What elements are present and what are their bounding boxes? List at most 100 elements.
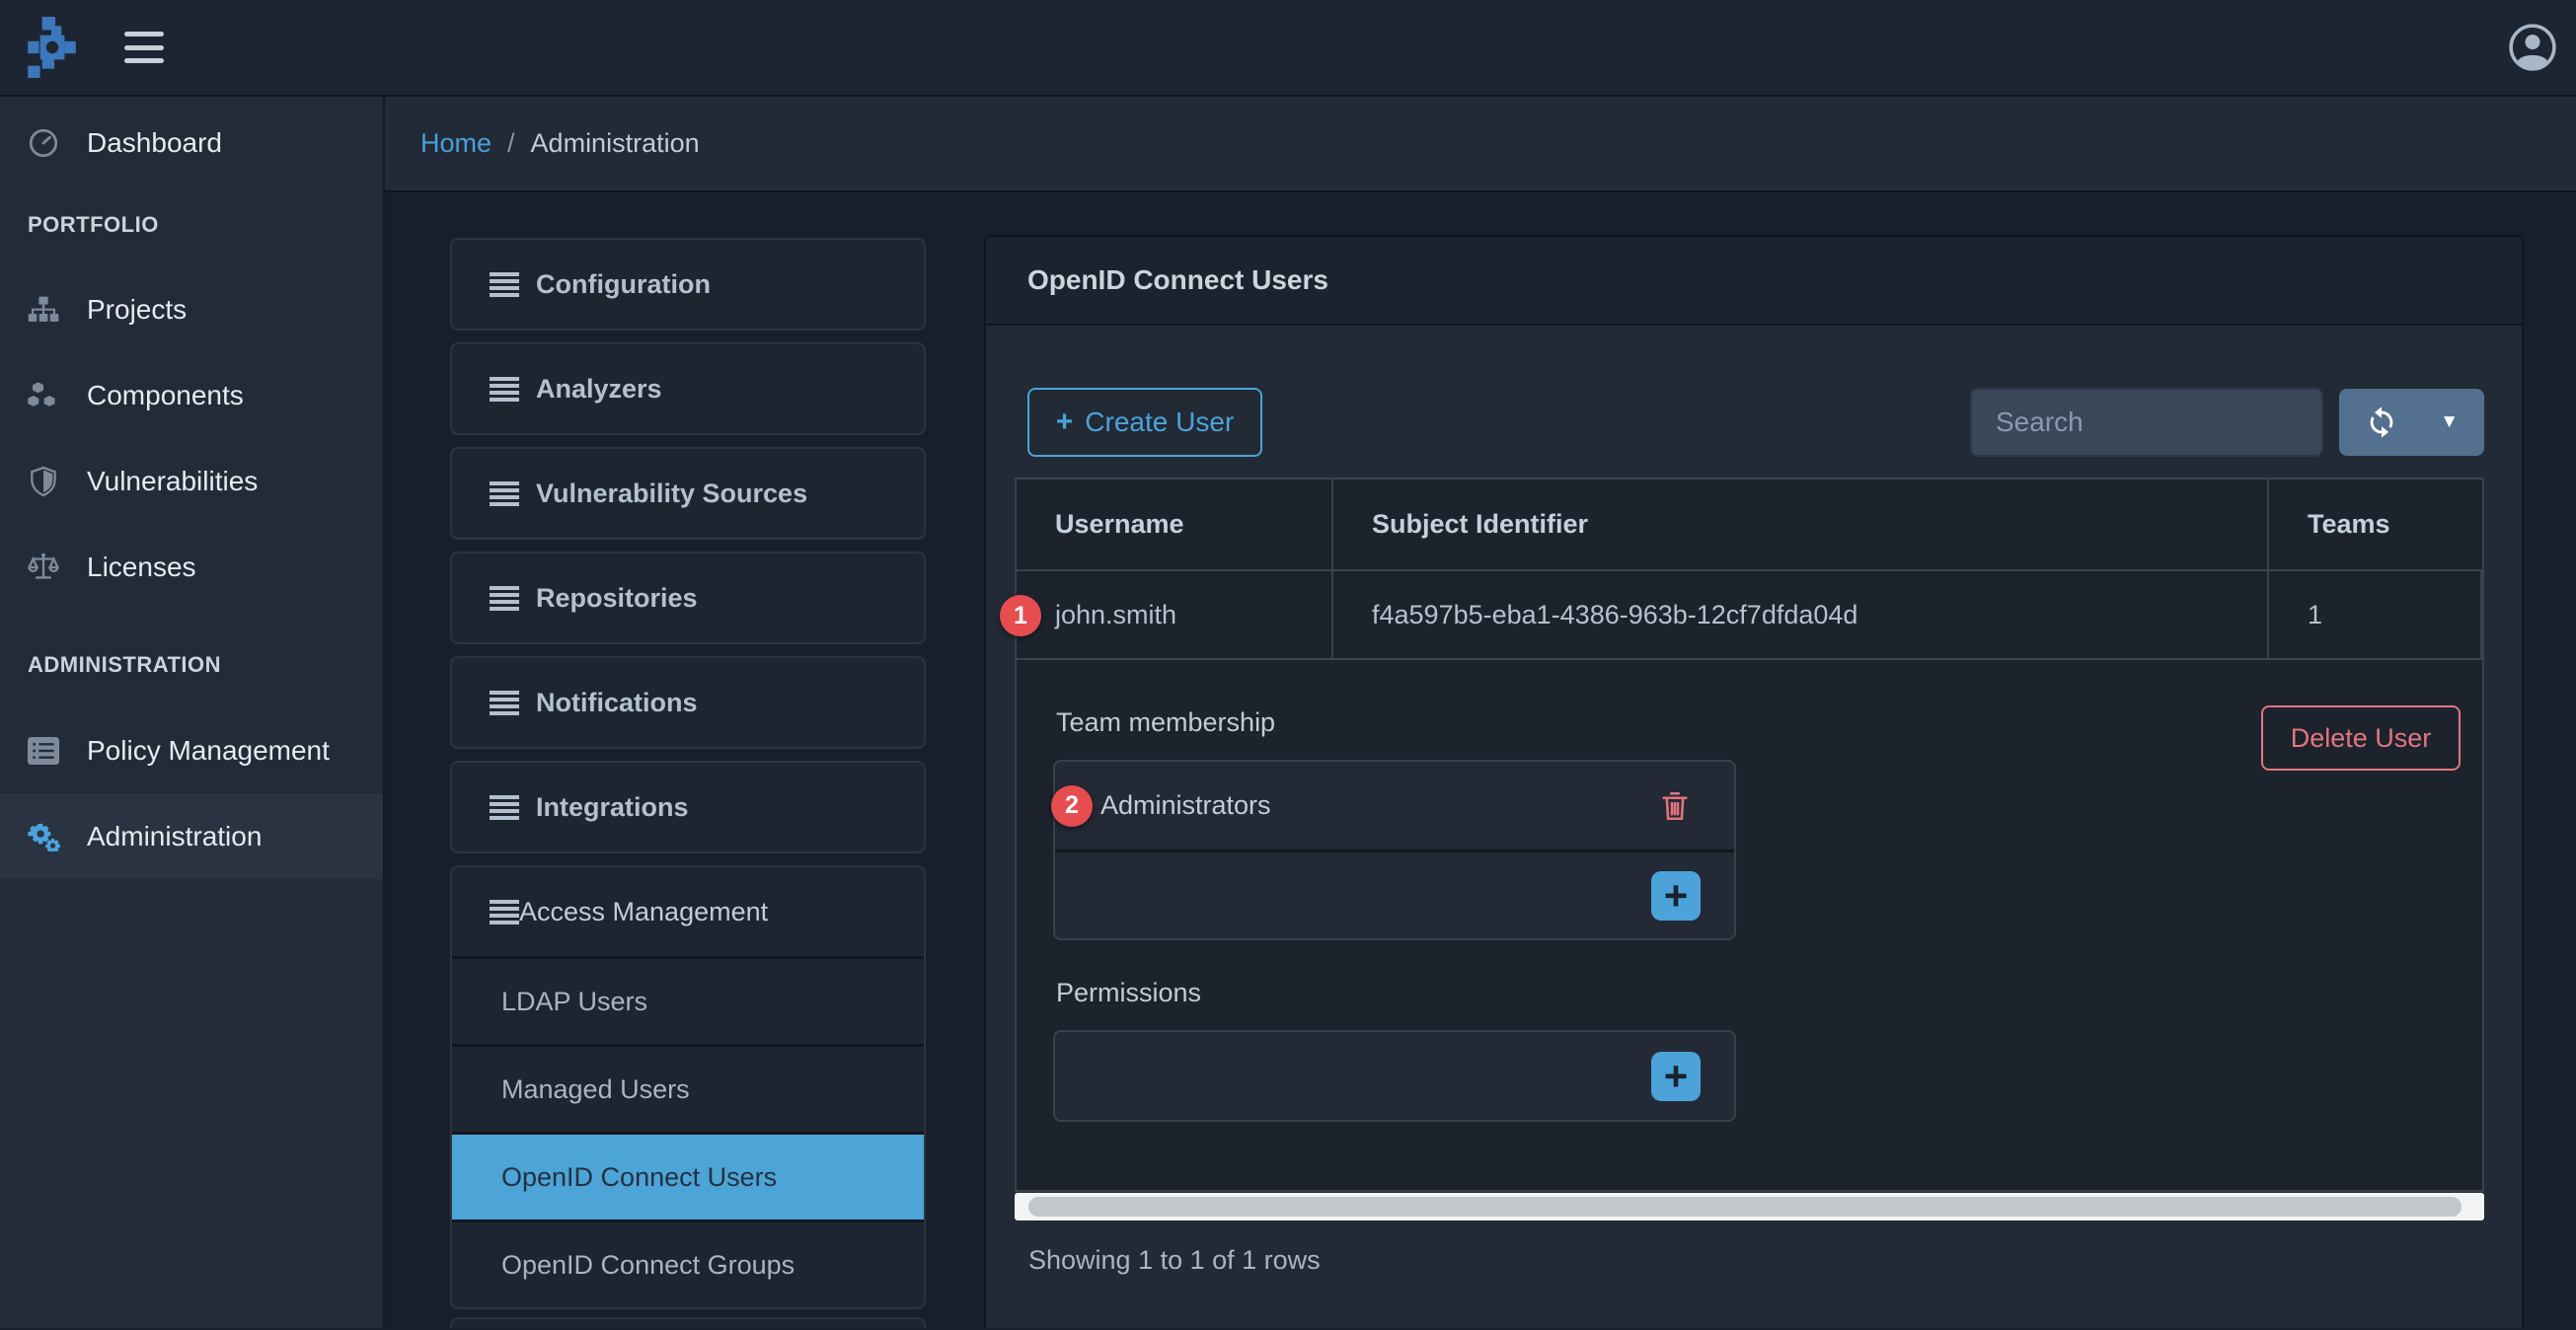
row-detail-panel: Team membership Administrators 2 [1017,660,2482,1190]
oidc-users-table: Username Subject Identifier Teams john.s… [1015,478,2484,1192]
admin-menu-item-repositories[interactable]: Repositories [450,552,926,644]
plus-icon: + [1664,1055,1689,1098]
column-header-teams[interactable]: Teams [2269,480,2482,571]
cell-subject-identifier: f4a597b5-eba1-4386-963b-12cf7dfda04d [1333,571,2269,660]
sidebar-item-label: Vulnerabilities [87,466,258,497]
admin-menu-label: Configuration [536,269,711,300]
sidebar-item-licenses[interactable]: Licenses [0,524,383,610]
sidebar-item-components[interactable]: Components [0,352,383,438]
admin-menu-label: Access Management [519,897,768,927]
annotation-badge-2: 2 [1051,785,1093,827]
dashboard-icon [27,126,60,160]
team-membership-list: Administrators 2 + [1053,760,1736,940]
list-icon [490,900,519,924]
sidebar-item-policy-management[interactable]: Policy Management [0,707,383,793]
sidebar-item-label: Projects [87,294,187,326]
chevron-down-icon[interactable]: ▼ [2440,411,2459,433]
team-list-item: Administrators 2 [1055,762,1734,850]
cell-teams: 1 [2269,571,2482,660]
horizontal-scrollbar-track[interactable] [1015,1193,2484,1220]
list-icon [490,377,519,402]
create-user-button[interactable]: + Create User [1027,388,1262,457]
delete-user-button[interactable]: Delete User [2261,705,2461,771]
panel-body: + Create User ▼ [986,326,2522,1328]
admin-menu-next-card-partial [450,1317,926,1328]
panel-title: OpenID Connect Users [1027,264,1328,296]
shield-icon [27,466,60,497]
sitemap-icon [27,295,60,325]
team-membership-label: Team membership [1056,707,1275,738]
sidebar-item-label: Components [87,380,244,411]
cell-username: john.smith [1017,571,1333,660]
admin-menu-item-configuration[interactable]: Configuration [450,238,926,331]
breadcrumb-separator: / [507,128,515,159]
sidebar-item-projects[interactable]: Projects [0,266,383,352]
admin-menu-item-notifications[interactable]: Notifications [450,656,926,749]
list-icon [490,481,519,506]
add-team-row: + [1055,850,1734,938]
main-area: Home / Administration Configuration Anal… [385,97,2576,1328]
gears-icon [27,822,60,851]
sidebar-section-portfolio: PORTFOLIO [0,195,383,255]
cubes-icon [27,381,60,410]
permissions-label: Permissions [1056,978,1201,1008]
list-icon [490,691,519,715]
list-icon [490,586,519,611]
team-name: Administrators [1100,790,1271,821]
admin-menu-item-analyzers[interactable]: Analyzers [450,342,926,435]
create-user-label: Create User [1085,406,1234,438]
plus-icon: + [1664,874,1689,918]
column-header-subject-identifier[interactable]: Subject Identifier [1333,480,2269,571]
app-window: Dashboard PORTFOLIO Projects Components [0,0,2576,1330]
permissions-list: + [1053,1030,1736,1122]
admin-menu-item-integrations[interactable]: Integrations [450,761,926,853]
admin-menu-label: Vulnerability Sources [536,479,807,509]
admin-menu-label: Notifications [536,688,698,718]
sidebar-item-vulnerabilities[interactable]: Vulnerabilities [0,438,383,524]
remove-team-trash-icon[interactable] [1657,788,1693,824]
plus-icon: + [1056,406,1074,439]
admin-menu-item-openid-connect-groups[interactable]: OpenID Connect Groups [452,1219,924,1307]
sidebar-item-administration[interactable]: Administration [0,793,383,879]
admin-menu-label: Integrations [536,792,689,823]
refresh-icon [2365,406,2398,439]
add-team-button[interactable]: + [1651,871,1701,921]
sidebar-item-dashboard[interactable]: Dashboard [0,99,383,187]
balance-scale-icon [27,552,60,583]
table-row[interactable]: john.smith f4a597b5-eba1-4386-963b-12cf7… [1017,571,2482,660]
admin-menu: Configuration Analyzers Vulnerability So… [450,238,926,1328]
menu-toggle-icon[interactable] [124,32,164,63]
sidebar-item-label: Policy Management [87,735,330,767]
admin-menu-group-access-management: Access Management LDAP Users Managed Use… [450,865,926,1309]
admin-menu-item-access-management[interactable]: Access Management [452,867,924,956]
content-area: Configuration Analyzers Vulnerability So… [385,192,2576,1328]
annotation-badge-1: 1 [1000,595,1041,636]
admin-menu-item-managed-users[interactable]: Managed Users [452,1044,924,1132]
admin-menu-item-openid-connect-users[interactable]: OpenID Connect Users [452,1132,924,1219]
sidebar: Dashboard PORTFOLIO Projects Components [0,97,385,1328]
list-icon [490,795,519,820]
sidebar-item-label: Administration [87,821,262,852]
horizontal-scrollbar-thumb[interactable] [1028,1197,2462,1217]
rows-summary: Showing 1 to 1 of 1 rows [1028,1245,1321,1276]
topbar [0,0,2576,97]
list-icon [490,272,519,297]
add-permission-button[interactable]: + [1651,1052,1701,1101]
admin-menu-label: Analyzers [536,374,662,405]
sidebar-item-label: Dashboard [87,127,222,159]
breadcrumb-current: Administration [531,128,700,159]
user-avatar-icon[interactable] [2508,23,2557,72]
app-logo-icon[interactable] [26,17,79,78]
oidc-users-panel: OpenID Connect Users + Create User [984,235,2524,1328]
sidebar-item-label: Licenses [87,552,196,583]
breadcrumb-home-link[interactable]: Home [420,128,492,159]
policy-list-icon [27,737,60,765]
search-input[interactable] [1970,388,2323,457]
admin-menu-item-ldap-users[interactable]: LDAP Users [452,956,924,1044]
admin-menu-label: Repositories [536,583,698,614]
admin-menu-item-vulnerability-sources[interactable]: Vulnerability Sources [450,447,926,540]
column-header-username[interactable]: Username [1017,480,1333,571]
add-permission-row: + [1055,1032,1734,1120]
refresh-button[interactable]: ▼ [2339,389,2484,456]
breadcrumb: Home / Administration [385,97,2576,192]
